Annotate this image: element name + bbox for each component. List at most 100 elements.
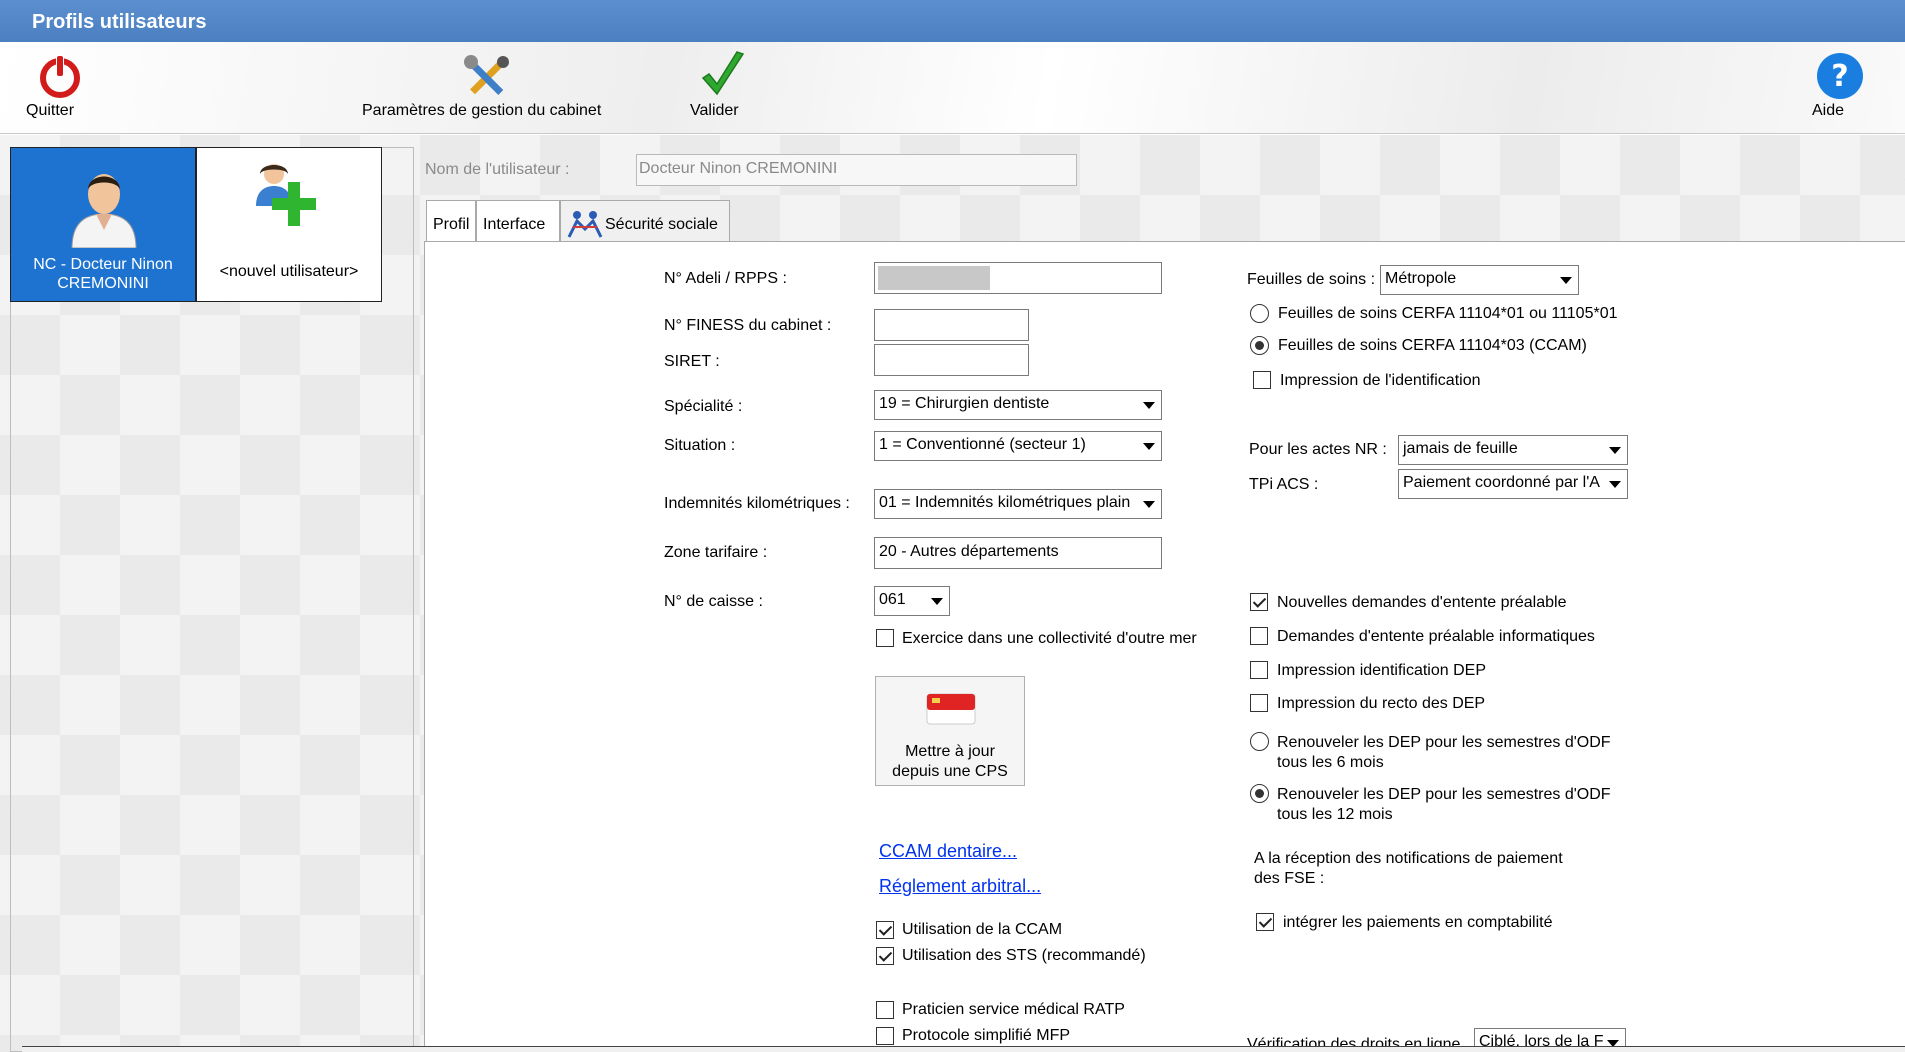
- adeli-redacted-value: [878, 266, 990, 290]
- renouveler-12-mois-radio[interactable]: [1250, 784, 1269, 803]
- finess-field[interactable]: [874, 309, 1029, 341]
- tools-icon: [464, 55, 509, 95]
- mfp-label: Protocole simplifié MFP: [902, 1027, 1071, 1044]
- validate-label: Valider: [690, 102, 739, 119]
- impression-identification-checkbox[interactable]: [1253, 371, 1271, 389]
- cps-card-icon: [926, 693, 976, 725]
- feuilles-value: Métropole: [1385, 270, 1457, 287]
- user-name-field[interactable]: Docteur Ninon CREMONINI: [636, 154, 1077, 186]
- indemnites-select[interactable]: 01 = Indemnités kilométriques plain: [874, 489, 1162, 519]
- nouvelles-demandes-label: Nouvelles demandes d'entente préalable: [1277, 594, 1567, 611]
- specialite-value: 19 = Chirurgien dentiste: [879, 395, 1050, 412]
- chevron-down-icon: [1143, 501, 1155, 508]
- notifications-line-1: A la réception des notifications de paie…: [1254, 850, 1563, 867]
- nouvelles-demandes-checkbox[interactable]: [1250, 593, 1268, 611]
- utilisation-sts-checkbox[interactable]: [876, 947, 894, 965]
- tpi-acs-select[interactable]: Paiement coordonné par l'A: [1398, 469, 1628, 499]
- siret-field[interactable]: [874, 344, 1029, 376]
- ccam-dentaire-link[interactable]: CCAM dentaire...: [879, 841, 1017, 862]
- situation-label: Situation :: [664, 437, 736, 454]
- caisse-label: N° de caisse :: [664, 593, 763, 610]
- user-tile-selected[interactable]: NC - Docteur Ninon CREMONINI: [10, 147, 196, 302]
- renouveler-12-mois-label: Renouveler les DEP pour les semestres d'…: [1277, 785, 1611, 825]
- selected-user-label: NC - Docteur Ninon CREMONINI: [33, 256, 173, 292]
- chevron-down-icon: [1609, 447, 1621, 454]
- validate-button[interactable]: Valider: [690, 50, 756, 119]
- social-security-icon: [567, 211, 603, 238]
- feuilles-select[interactable]: Métropole: [1380, 265, 1579, 295]
- reglement-arbitral-link[interactable]: Réglement arbitral...: [879, 876, 1041, 897]
- cerfa-01-radio[interactable]: [1250, 304, 1269, 323]
- finess-label: N° FINESS du cabinet :: [664, 317, 832, 334]
- cabinet-settings-button[interactable]: Paramètres de gestion du cabinet: [362, 52, 612, 119]
- tab-profil[interactable]: Profil: [426, 200, 476, 242]
- tab-securite-sociale[interactable]: Sécurité sociale: [560, 200, 730, 244]
- chevron-down-icon: [1560, 277, 1572, 284]
- bottom-divider: [22, 1046, 1905, 1052]
- cerfa-01-label: Feuilles de soins CERFA 11104*01 ou 1110…: [1278, 305, 1618, 322]
- integrer-paiements-label: intégrer les paiements en comptabilité: [1283, 914, 1553, 931]
- indemnites-label: Indemnités kilométriques :: [664, 495, 850, 512]
- siret-label: SIRET :: [664, 353, 720, 370]
- actes-nr-select[interactable]: jamais de feuille: [1398, 435, 1628, 465]
- caisse-select[interactable]: 061: [874, 586, 950, 616]
- help-button[interactable]: ? Aide: [1812, 52, 1868, 119]
- impression-recto-checkbox[interactable]: [1250, 694, 1268, 712]
- situation-select[interactable]: 1 = Conventionné (secteur 1): [874, 431, 1162, 461]
- demandes-informatiques-label: Demandes d'entente préalable informatiqu…: [1277, 628, 1595, 645]
- cerfa-03-radio[interactable]: [1250, 336, 1269, 355]
- demandes-informatiques-checkbox[interactable]: [1250, 627, 1268, 645]
- chevron-down-icon: [1143, 443, 1155, 450]
- impression-dep-checkbox[interactable]: [1250, 661, 1268, 679]
- renouveler-6-mois-label: Renouveler les DEP pour les semestres d'…: [1277, 733, 1611, 773]
- cabinet-settings-label: Paramètres de gestion du cabinet: [362, 102, 602, 119]
- renouveler-6-line-1: Renouveler les DEP pour les semestres d'…: [1277, 734, 1611, 751]
- adeli-field[interactable]: [874, 262, 1162, 294]
- utilisation-sts-label: Utilisation des STS (recommandé): [902, 947, 1146, 964]
- actes-nr-value: jamais de feuille: [1403, 440, 1518, 457]
- quit-label: Quitter: [26, 102, 75, 119]
- tab-interface[interactable]: Interface: [476, 200, 560, 242]
- svg-text:?: ?: [1831, 59, 1848, 94]
- cps-label-line-1: Mettre à jour: [905, 743, 995, 760]
- user-name-label: Nom de l'utilisateur :: [425, 161, 570, 178]
- tpi-acs-label: TPi ACS :: [1249, 476, 1319, 493]
- zone-field[interactable]: 20 - Autres départements: [874, 537, 1162, 569]
- integrer-paiements-checkbox[interactable]: [1256, 913, 1274, 931]
- renouveler-12-line-2: tous les 12 mois: [1277, 806, 1393, 823]
- utilisation-ccam-label: Utilisation de la CCAM: [902, 921, 1063, 938]
- feuilles-label: Feuilles de soins :: [1247, 271, 1376, 288]
- outremer-checkbox[interactable]: [876, 629, 894, 647]
- new-user-tile[interactable]: <nouvel utilisateur>: [196, 147, 382, 302]
- utilisation-ccam-checkbox[interactable]: [876, 921, 894, 939]
- ratp-checkbox[interactable]: [876, 1001, 894, 1019]
- cerfa-03-label: Feuilles de soins CERFA 11104*03 (CCAM): [1278, 337, 1587, 354]
- doctor-avatar-icon: [71, 174, 137, 248]
- specialite-label: Spécialité :: [664, 398, 743, 415]
- renouveler-12-line-1: Renouveler les DEP pour les semestres d'…: [1277, 786, 1611, 803]
- renouveler-6-mois-radio[interactable]: [1250, 732, 1269, 751]
- help-icon: ?: [1817, 53, 1863, 99]
- mfp-checkbox[interactable]: [876, 1027, 894, 1045]
- cps-label-line-2: depuis une CPS: [892, 763, 1008, 780]
- help-label: Aide: [1812, 102, 1845, 119]
- add-user-icon: [256, 164, 316, 226]
- notifications-line-2: des FSE :: [1254, 870, 1325, 887]
- impression-dep-label: Impression identification DEP: [1277, 662, 1486, 679]
- new-user-label: <nouvel utilisateur>: [219, 263, 359, 280]
- chevron-down-icon: [1143, 402, 1155, 409]
- update-from-cps-button[interactable]: Mettre à jour depuis une CPS: [875, 676, 1025, 786]
- zone-label: Zone tarifaire :: [664, 544, 768, 561]
- caisse-value: 061: [879, 591, 906, 608]
- tab-securite-sociale-label: Sécurité sociale: [605, 216, 718, 233]
- impression-identification-label: Impression de l'identification: [1280, 372, 1481, 389]
- actes-nr-label: Pour les actes NR :: [1249, 441, 1387, 458]
- notifications-label: A la réception des notifications de paie…: [1254, 849, 1563, 889]
- specialite-select[interactable]: 19 = Chirurgien dentiste: [874, 390, 1162, 420]
- chevron-down-icon: [1609, 481, 1621, 488]
- power-icon: [40, 55, 80, 98]
- renouveler-6-line-2: tous les 6 mois: [1277, 754, 1384, 771]
- quit-button[interactable]: Quitter: [26, 52, 94, 119]
- ratp-label: Praticien service médical RATP: [902, 1001, 1125, 1018]
- adeli-label: N° Adeli / RPPS :: [664, 270, 787, 287]
